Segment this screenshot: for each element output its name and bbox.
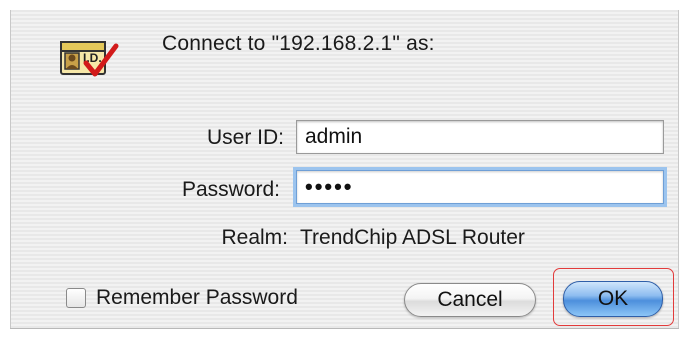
ok-button[interactable]: OK [563,281,663,317]
realm-label: Realm: [221,226,288,249]
dialog-edge-bottom [10,328,679,329]
realm-value: TrendChip ADSL Router [300,226,525,249]
dialog-left-border [0,0,10,341]
dialog-edge-left [10,10,11,329]
cancel-button[interactable]: Cancel [404,283,536,317]
connect-prompt: Connect to "192.168.2.1" as: [162,32,435,55]
remember-password-checkbox[interactable] [66,288,86,308]
remember-password-label[interactable]: Remember Password [96,286,298,310]
id-card-check-icon: I.D. [60,41,119,77]
dialog-top-border [0,0,687,10]
dialog-right-border [679,0,687,341]
login-dialog: I.D. Connect to "192.168.2.1" as: User I… [0,0,687,341]
userid-input[interactable]: admin [296,120,664,154]
password-label: Password: [181,178,280,201]
dialog-bottom-border [0,329,687,341]
dialog-edge-right [678,10,679,329]
userid-label: User ID: [206,126,284,149]
password-input[interactable]: ••••• [296,170,664,204]
